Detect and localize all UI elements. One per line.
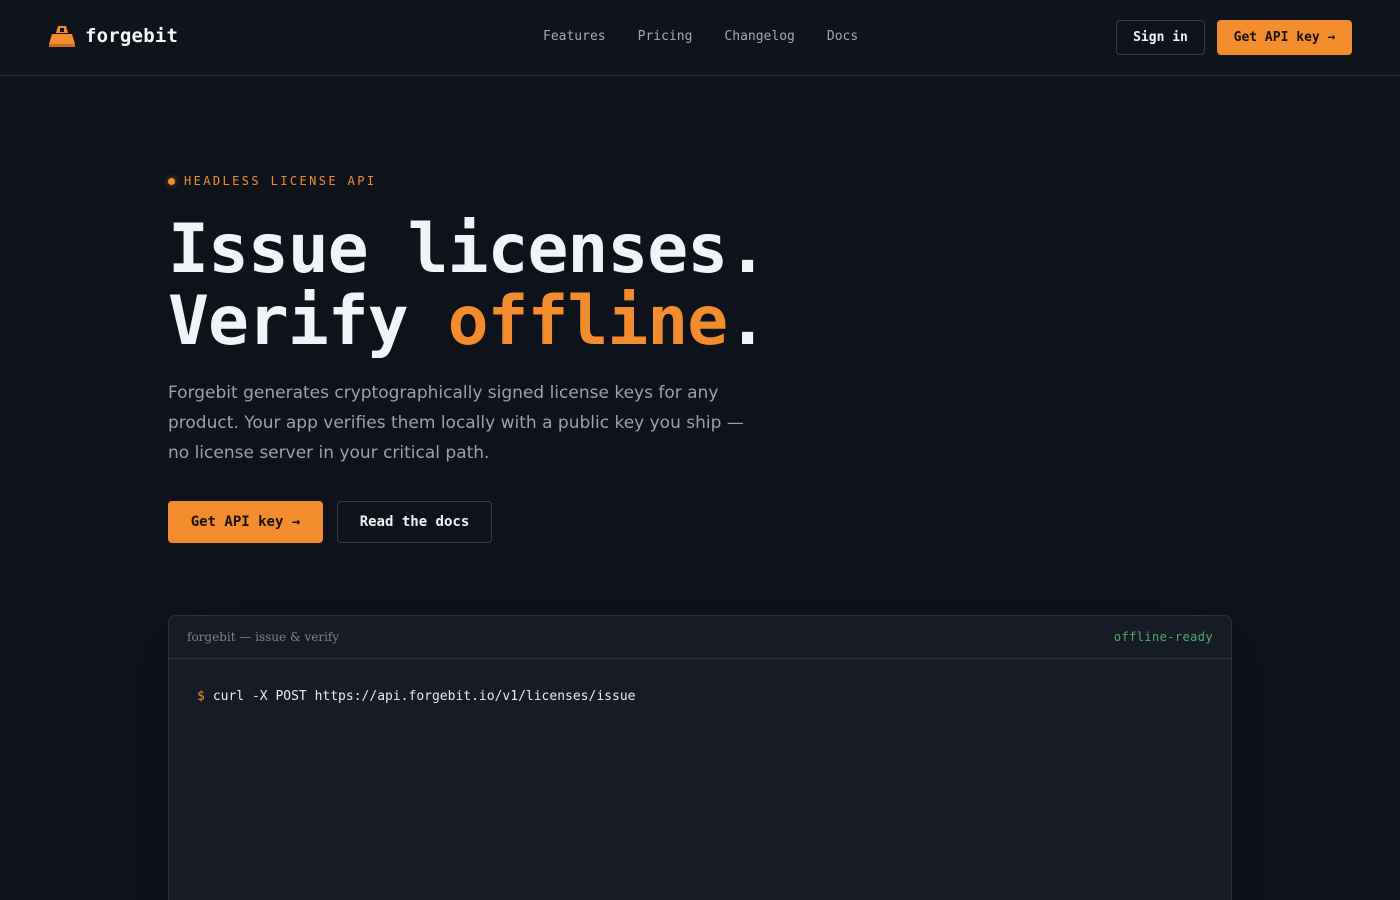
headline-line-2-suffix: .: [727, 282, 768, 361]
forge-logo-icon: [49, 26, 75, 47]
headline-line-1: Issue licenses.: [168, 210, 768, 289]
terminal-title: forgebit — issue & verify: [187, 630, 340, 644]
hero-headline: Issue licenses. Verify offline.: [168, 214, 768, 361]
terminal-command[interactable]: curl -X POST https://api.forgebit.io/v1/…: [213, 689, 636, 704]
terminal-status-badge: offline-ready: [1113, 630, 1213, 644]
terminal-window: forgebit — issue & verify offline-ready …: [168, 615, 1232, 900]
nav-link-features[interactable]: Features: [543, 29, 606, 44]
terminal-prompt: $: [197, 689, 205, 704]
terminal-line: $ curl -X POST https://api.forgebit.io/v…: [197, 689, 635, 704]
headline-accent-word: offline: [447, 282, 729, 361]
read-docs-button[interactable]: Read the docs: [337, 501, 492, 543]
nav-link-docs[interactable]: Docs: [827, 29, 858, 44]
terminal-titlebar: forgebit — issue & verify offline-ready: [169, 616, 1231, 659]
brand-logo[interactable]: forgebit: [48, 24, 178, 48]
brand-name: forgebit: [85, 25, 179, 47]
get-api-key-button[interactable]: Get API key →: [168, 501, 323, 543]
primary-nav: Features Pricing Changelog Docs: [543, 29, 890, 44]
headline-line-2-prefix: Verify: [168, 282, 448, 361]
get-api-key-header-button[interactable]: Get API key →: [1217, 20, 1352, 55]
hero-eyebrow: HEADLESS LICENSE API: [168, 174, 377, 188]
status-dot-icon: [168, 177, 175, 185]
nav-link-changelog[interactable]: Changelog: [724, 29, 794, 44]
hero-description: Forgebit generates cryptographically sig…: [168, 383, 744, 463]
eyebrow-label: HEADLESS LICENSE API: [184, 174, 377, 188]
nav-link-pricing[interactable]: Pricing: [638, 29, 693, 44]
top-navbar: forgebit Features Pricing Changelog Docs…: [0, 0, 1400, 76]
landing-page: forgebit Features Pricing Changelog Docs…: [0, 0, 1400, 900]
sign-in-button[interactable]: Sign in: [1116, 20, 1205, 55]
